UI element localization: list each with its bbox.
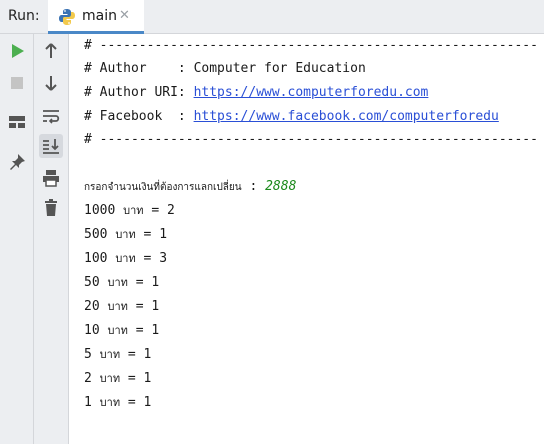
denomination: 500 [84, 227, 116, 242]
close-icon[interactable]: ✕ [119, 8, 130, 23]
denomination: 100 [84, 251, 116, 266]
stop-icon[interactable] [5, 71, 29, 95]
trash-icon[interactable] [39, 196, 63, 220]
author-uri-link[interactable]: https://www.computerforedu.com [194, 85, 429, 100]
unit: บาท [99, 348, 121, 361]
result-line: 1000 บาท = 2 [84, 200, 175, 222]
run-toolbar: Run: main ✕ [0, 0, 544, 34]
tab-main[interactable]: main ✕ [48, 0, 144, 34]
author-uri-prefix: # Author URI: [84, 85, 194, 100]
result-line: 500 บาท = 1 [84, 224, 167, 246]
separator-line-bottom: # --------------------------------------… [84, 132, 538, 147]
denomination: 10 [84, 323, 108, 338]
result-line: 50 บาท = 1 [84, 272, 159, 294]
count: = 1 [127, 299, 160, 314]
author-prefix: # Author : [84, 61, 194, 76]
run-actions-gutter [0, 34, 34, 444]
unit: บาท [123, 204, 144, 217]
result-line: 5 บาท = 1 [84, 344, 151, 366]
author-line: # Author : Computer for Education [84, 58, 366, 80]
count: = 1 [127, 323, 160, 338]
count: = 1 [120, 347, 152, 362]
prompt-colon: : [241, 179, 266, 194]
count: = 1 [120, 371, 152, 386]
unit: บาท [107, 300, 128, 313]
denomination: 2 [84, 371, 100, 386]
count: = 1 [135, 227, 168, 242]
denomination: 1000 [84, 203, 124, 218]
facebook-prefix: # Facebook : [84, 109, 194, 124]
arrow-up-icon[interactable] [39, 39, 63, 63]
result-line: 20 บาท = 1 [84, 296, 159, 318]
console-output[interactable]: # --------------------------------------… [69, 34, 544, 444]
facebook-link[interactable]: https://www.facebook.com/computerforedu [194, 109, 499, 124]
layout-icon[interactable] [5, 110, 29, 134]
tab-title: main [82, 8, 117, 24]
prompt-label: กรอกจำนวนเงินที่ต้องการแลกเปลี่ยน [84, 182, 242, 193]
result-line: 10 บาท = 1 [84, 320, 159, 342]
separator-line: # --------------------------------------… [84, 38, 538, 53]
facebook-line: # Facebook : https://www.facebook.com/co… [84, 106, 499, 128]
prompt-input-value: 2888 [265, 179, 297, 194]
denomination: 1 [84, 395, 100, 410]
author-uri-line: # Author URI: https://www.computerforedu… [84, 82, 428, 104]
unit: บาท [99, 372, 121, 385]
scroll-to-end-icon[interactable] [39, 134, 63, 158]
prompt-line: กรอกจำนวนเงินที่ต้องการแลกเปลี่ยน : 2888 [84, 176, 296, 198]
count: = 3 [135, 251, 168, 266]
result-line: 1 บาท = 1 [84, 392, 151, 414]
arrow-down-icon[interactable] [39, 71, 63, 95]
unit: บาท [99, 396, 121, 409]
soft-wrap-icon[interactable] [39, 104, 63, 128]
count: = 1 [120, 395, 152, 410]
unit: บาท [107, 324, 128, 337]
count: = 1 [127, 275, 160, 290]
python-icon [58, 8, 76, 30]
result-line: 2 บาท = 1 [84, 368, 151, 390]
print-icon[interactable] [39, 166, 63, 190]
result-line: 100 บาท = 3 [84, 248, 167, 270]
unit: บาท [107, 276, 128, 289]
pin-icon[interactable] [5, 150, 29, 174]
console-actions-gutter [34, 34, 69, 444]
denomination: 50 [84, 275, 108, 290]
author-value: Computer for Education [193, 61, 366, 76]
unit: บาท [115, 252, 136, 265]
denomination: 20 [84, 299, 108, 314]
unit: บาท [115, 228, 136, 241]
run-label: Run: [8, 8, 40, 24]
run-icon[interactable] [5, 39, 29, 63]
denomination: 5 [84, 347, 100, 362]
count: = 2 [143, 203, 175, 218]
